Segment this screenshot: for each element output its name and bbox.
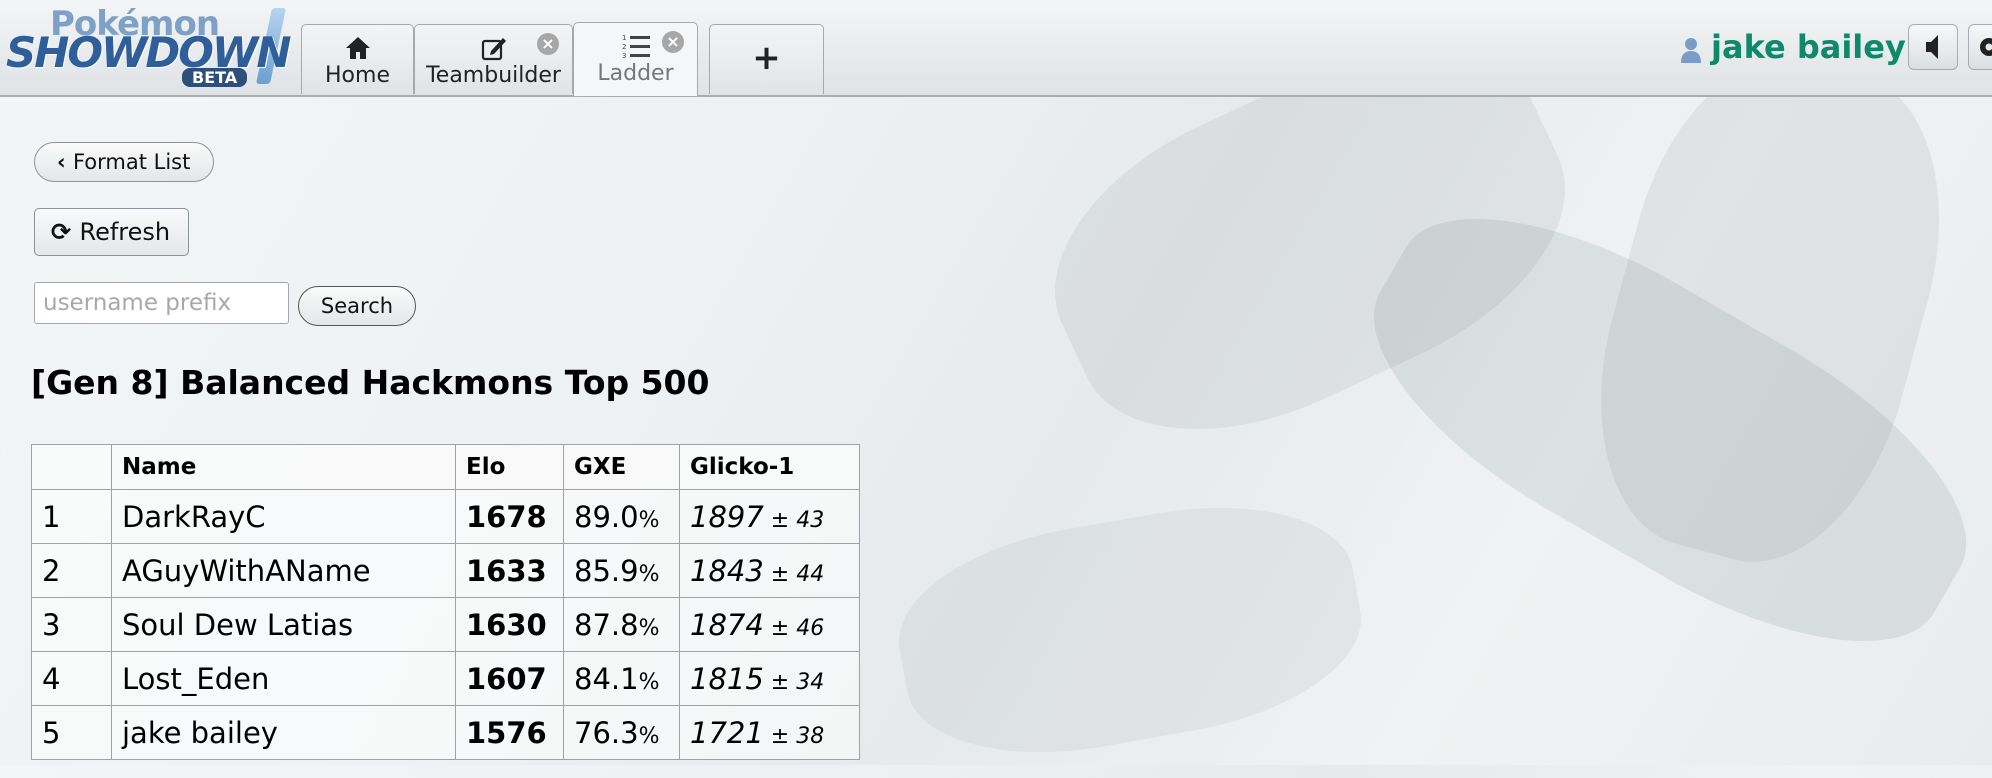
gxe-cell: 76.3%: [564, 706, 680, 760]
gxe-value: 85.9: [574, 554, 639, 588]
close-icon[interactable]: ×: [537, 33, 559, 55]
player-name[interactable]: Lost_Eden: [112, 652, 456, 706]
refresh-icon: ⟳: [51, 218, 79, 246]
user-icon: [1680, 36, 1702, 64]
glicko-deviation: 46: [796, 616, 824, 641]
refresh-label: Refresh: [79, 218, 170, 246]
new-tab-button[interactable]: +: [709, 24, 824, 94]
username-search-input[interactable]: [34, 282, 289, 324]
refresh-button[interactable]: ⟳ Refresh: [34, 208, 189, 256]
player-name[interactable]: DarkRayC: [112, 490, 456, 544]
glicko-deviation: 38: [796, 724, 824, 749]
rank-cell: 3: [32, 598, 112, 652]
column-header-gxe: GXE: [564, 445, 680, 490]
gxe-value: 84.1: [574, 662, 639, 696]
tab-teambuilder-label: Teambuilder: [415, 63, 572, 88]
player-name[interactable]: jake bailey: [112, 706, 456, 760]
gxe-cell: 84.1%: [564, 652, 680, 706]
player-name[interactable]: Soul Dew Latias: [112, 598, 456, 652]
glicko-deviation: 43: [796, 508, 824, 533]
gear-icon: [1969, 25, 1992, 69]
tab-ladder[interactable]: 1 2 3 Ladder ×: [573, 22, 698, 96]
edit-icon: [480, 35, 508, 61]
gxe-value: 87.8: [574, 608, 639, 642]
elo-cell: 1678: [456, 490, 564, 544]
column-header-name: Name: [112, 445, 456, 490]
rank-cell: 2: [32, 544, 112, 598]
column-header-glicko: Glicko-1: [680, 445, 860, 490]
gxe-value: 89.0: [574, 500, 639, 534]
glicko-rating: 1897: [690, 500, 764, 534]
gxe-cell: 89.0%: [564, 490, 680, 544]
glicko-cell: 1843 ± 44: [680, 544, 860, 598]
column-header-elo: Elo: [456, 445, 564, 490]
showdown-logo[interactable]: Pokémon SHOWDOWN BETA: [4, 4, 294, 88]
glicko-deviation: 44: [796, 562, 824, 587]
elo-cell: 1576: [456, 706, 564, 760]
search-button[interactable]: Search: [298, 286, 416, 326]
logo-showdown-text: SHOWDOWN: [6, 28, 289, 77]
svg-text:3: 3: [622, 52, 626, 59]
close-icon[interactable]: ×: [662, 31, 684, 53]
format-list-label: Format List: [73, 150, 190, 174]
table-header-row: Name Elo GXE Glicko-1: [32, 445, 860, 490]
glicko-cell: 1815 ± 34: [680, 652, 860, 706]
glicko-deviation: 34: [796, 670, 824, 695]
options-button[interactable]: [1968, 24, 1992, 70]
glicko-rating: 1721: [690, 716, 764, 750]
table-row: 1 DarkRayC 1678 89.0% 1897 ± 43: [32, 490, 860, 544]
player-name[interactable]: AGuyWithAName: [112, 544, 456, 598]
glicko-rating: 1815: [690, 662, 764, 696]
logo-beta-badge: BETA: [182, 68, 247, 87]
elo-cell: 1633: [456, 544, 564, 598]
list-ol-icon: 1 2 3: [621, 33, 651, 59]
rank-cell: 1: [32, 490, 112, 544]
tab-home-label: Home: [302, 63, 413, 88]
background-shape: [884, 482, 1375, 778]
home-icon: [344, 35, 372, 61]
format-list-button[interactable]: ‹ Format List: [34, 142, 214, 182]
ladder-title: [Gen 8] Balanced Hackmons Top 500: [31, 363, 709, 402]
svg-text:2: 2: [622, 43, 626, 51]
chevron-left-icon: ‹: [57, 150, 73, 174]
sound-button[interactable]: [1908, 24, 1958, 70]
tab-teambuilder[interactable]: Teambuilder ×: [414, 24, 573, 94]
gxe-value: 76.3: [574, 716, 639, 750]
rank-cell: 4: [32, 652, 112, 706]
gxe-cell: 85.9%: [564, 544, 680, 598]
rank-cell: 5: [32, 706, 112, 760]
elo-cell: 1630: [456, 598, 564, 652]
header-bar: Pokémon SHOWDOWN BETA Home Teambuilder ×…: [0, 0, 1992, 97]
svg-text:1: 1: [622, 34, 626, 42]
glicko-cell: 1897 ± 43: [680, 490, 860, 544]
column-header-rank: [32, 445, 112, 490]
table-row: 3 Soul Dew Latias 1630 87.8% 1874 ± 46: [32, 598, 860, 652]
glicko-rating: 1874: [690, 608, 764, 642]
table-row: 5 jake bailey 1576 76.3% 1721 ± 38: [32, 706, 860, 760]
username[interactable]: jake bailey: [1711, 28, 1906, 66]
tab-home[interactable]: Home: [301, 24, 414, 94]
glicko-cell: 1721 ± 38: [680, 706, 860, 760]
glicko-cell: 1874 ± 46: [680, 598, 860, 652]
table-row: 2 AGuyWithAName 1633 85.9% 1843 ± 44: [32, 544, 860, 598]
gxe-cell: 87.8%: [564, 598, 680, 652]
elo-cell: 1607: [456, 652, 564, 706]
plus-icon: +: [710, 25, 823, 91]
table-row: 4 Lost_Eden 1607 84.1% 1815 ± 34: [32, 652, 860, 706]
volume-icon: [1909, 25, 1957, 69]
tab-ladder-label: Ladder: [574, 61, 697, 86]
ladder-table: Name Elo GXE Glicko-1 1 DarkRayC 1678 89…: [31, 444, 860, 760]
glicko-rating: 1843: [690, 554, 764, 588]
